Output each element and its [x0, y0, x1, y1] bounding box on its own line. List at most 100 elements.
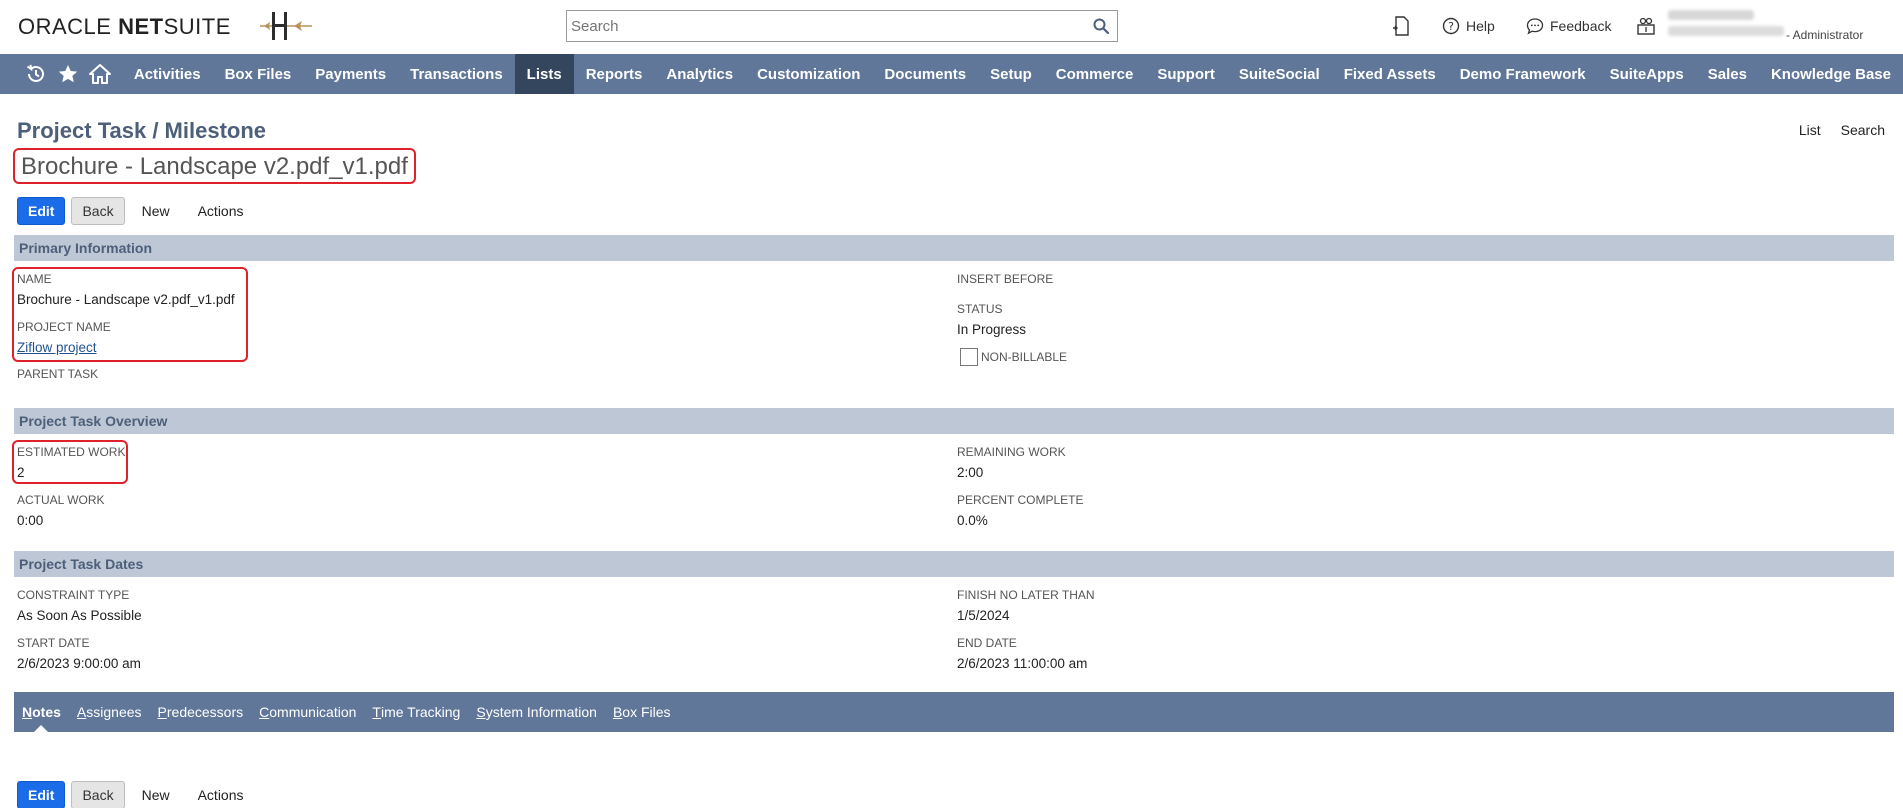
nav-support[interactable]: Support	[1145, 54, 1227, 94]
finish-no-later-than-value: 1/5/2024	[957, 608, 1010, 623]
home-icon[interactable]	[84, 54, 116, 94]
netsuite-wordmark-bold: NET	[118, 14, 164, 39]
end-date-value: 2/6/2023 11:00:00 am	[957, 656, 1088, 671]
oracle-wordmark: ORACLE	[18, 14, 112, 39]
new-button-bottom[interactable]: New	[131, 781, 181, 808]
tab-predecessors-accesskey: P	[157, 704, 167, 720]
nav-suiteapps[interactable]: SuiteApps	[1598, 54, 1696, 94]
tab-assignees-label: ssignees	[86, 704, 142, 720]
status-value: In Progress	[957, 322, 1027, 337]
tab-notes-label: otes	[32, 704, 61, 720]
tab-system-information-accesskey: S	[476, 704, 486, 720]
nav-box-files[interactable]: Box Files	[213, 54, 304, 94]
bottom-button-row: Edit Back New Actions	[17, 781, 255, 808]
percent-complete-value: 0.0%	[957, 513, 988, 528]
user-account-info[interactable]	[1668, 10, 1786, 40]
estimated-work-label: ESTIMATED WORK	[17, 445, 126, 459]
nav-reports[interactable]: Reports	[574, 54, 655, 94]
nav-sales[interactable]: Sales	[1696, 54, 1759, 94]
section-primary-information[interactable]: Primary Information	[14, 235, 1894, 261]
tab-predecessors-label: redecessors	[166, 704, 244, 720]
nav-demo-framework[interactable]: Demo Framework	[1448, 54, 1598, 94]
company-name-redacted	[1668, 26, 1784, 36]
nav-knowledge-base[interactable]: Knowledge Base	[1759, 54, 1903, 94]
list-link[interactable]: List	[1799, 122, 1821, 138]
search-icon[interactable]	[1093, 18, 1109, 34]
tab-time-tracking-label: ime Tracking	[380, 704, 461, 720]
star-icon[interactable]	[52, 54, 84, 94]
section-project-task-overview[interactable]: Project Task Overview	[14, 408, 1894, 434]
nav-activities[interactable]: Activities	[122, 54, 213, 94]
search-input[interactable]	[567, 11, 1077, 41]
tab-assignees-accesskey: A	[76, 704, 87, 720]
nav-payments[interactable]: Payments	[303, 54, 398, 94]
insert-before-label: INSERT BEFORE	[957, 272, 1054, 286]
global-search[interactable]	[566, 10, 1118, 42]
user-name-redacted	[1668, 10, 1754, 20]
estimated-work-value: 2	[17, 465, 25, 480]
oracle-netsuite-logo[interactable]: ORACLE NETSUITE	[18, 14, 231, 40]
nav-lists[interactable]: Lists	[514, 54, 574, 94]
start-date-label: START DATE	[17, 636, 90, 650]
nav-transactions[interactable]: Transactions	[398, 54, 515, 94]
help-link[interactable]: ? Help	[1442, 14, 1495, 38]
finish-no-later-than-label: FINISH NO LATER THAN	[957, 588, 1095, 602]
tab-notes-accesskey: N	[22, 704, 33, 720]
nav-analytics[interactable]: Analytics	[654, 54, 745, 94]
tab-communication-label: ommunication	[269, 704, 357, 720]
start-date-value: 2/6/2023 9:00:00 am	[17, 656, 141, 671]
page-title: Project Task / Milestone	[17, 118, 267, 143]
actions-button-bottom[interactable]: Actions	[187, 781, 255, 808]
nav-customization[interactable]: Customization	[745, 54, 872, 94]
tab-time-tracking-accesskey: T	[372, 704, 381, 720]
name-label: NAME	[17, 272, 52, 286]
feedback-link[interactable]: Feedback	[1526, 14, 1611, 38]
status-label: STATUS	[957, 302, 1003, 316]
tab-system-information[interactable]: System Information	[476, 692, 597, 732]
actions-button[interactable]: Actions	[187, 197, 255, 225]
help-icon: ?	[1442, 17, 1460, 35]
actual-work-label: ACTUAL WORK	[17, 493, 105, 507]
remaining-work-value: 2:00	[957, 465, 984, 480]
back-button[interactable]: Back	[71, 197, 125, 225]
nav-commerce[interactable]: Commerce	[1044, 54, 1146, 94]
search-link[interactable]: Search	[1841, 122, 1885, 138]
svg-text:?: ?	[1448, 20, 1454, 33]
recent-icon[interactable]	[20, 54, 52, 94]
tab-predecessors[interactable]: Predecessors	[158, 692, 244, 732]
role-switch-icon[interactable]	[1636, 16, 1656, 36]
tab-system-information-label: ystem Information	[485, 704, 597, 720]
non-billable-checkbox[interactable]	[960, 348, 978, 366]
page-links: List Search	[1799, 122, 1885, 138]
top-button-row: Edit Back New Actions	[17, 197, 255, 225]
project-name-value[interactable]: Ziflow project	[17, 340, 97, 355]
tab-communication[interactable]: Communication	[259, 692, 356, 732]
tab-box-files-accesskey: B	[612, 704, 623, 720]
project-link[interactable]: Ziflow project	[17, 340, 97, 355]
back-button-bottom[interactable]: Back	[71, 781, 125, 808]
tab-box-files[interactable]: Box Files	[613, 692, 671, 732]
nav-setup[interactable]: Setup	[978, 54, 1044, 94]
company-logo-icon	[260, 12, 312, 40]
role-label: - Administrator	[1786, 28, 1864, 42]
nav-suitesocial[interactable]: SuiteSocial	[1227, 54, 1332, 94]
edit-button[interactable]: Edit	[17, 197, 66, 225]
edit-button-bottom[interactable]: Edit	[17, 781, 66, 808]
remaining-work-label: REMAINING WORK	[957, 445, 1066, 459]
constraint-type-value: As Soon As Possible	[17, 608, 142, 623]
subtab-bar: Notes Assignees Predecessors Communicati…	[14, 692, 1894, 732]
parent-task-label: PARENT TASK	[17, 367, 99, 381]
non-billable-label: NON-BILLABLE	[981, 350, 1068, 364]
tab-time-tracking[interactable]: Time Tracking	[372, 692, 460, 732]
tab-notes[interactable]: Notes	[22, 692, 61, 732]
project-name-label: PROJECT NAME	[17, 320, 111, 334]
tab-assignees[interactable]: Assignees	[77, 692, 142, 732]
nav-documents[interactable]: Documents	[872, 54, 978, 94]
feedback-label: Feedback	[1550, 18, 1612, 34]
tab-communication-accesskey: C	[259, 704, 270, 720]
section-project-task-dates[interactable]: Project Task Dates	[14, 551, 1894, 577]
recent-records-icon[interactable]	[1392, 16, 1410, 36]
nav-fixed-assets[interactable]: Fixed Assets	[1332, 54, 1448, 94]
new-button[interactable]: New	[131, 197, 181, 225]
main-navigation: Activities Box Files Payments Transactio…	[0, 54, 1903, 94]
